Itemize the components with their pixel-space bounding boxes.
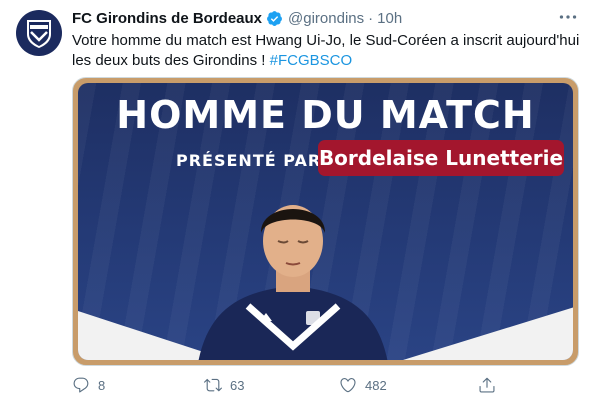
media-graphic: HOMME DU MATCH PRÉSENTÉ PAR Bordelaise L… (78, 83, 573, 360)
reply-icon (73, 377, 89, 393)
share-button[interactable] (478, 376, 504, 394)
more-options-icon (559, 15, 577, 19)
tweet-actions: 8 63 482 (72, 376, 512, 396)
author-handle[interactable]: @girondins (288, 9, 364, 28)
tweet-time[interactable]: 10h (377, 9, 402, 28)
reply-button[interactable]: 8 (72, 376, 105, 394)
avatar[interactable] (16, 10, 62, 56)
retweet-button[interactable]: 63 (204, 376, 244, 394)
hashtag-link[interactable]: #FCGBSCO (270, 52, 353, 69)
more-options-button[interactable] (557, 8, 579, 26)
club-crest-icon (27, 20, 51, 48)
author-name[interactable]: FC Girondins de Bordeaux (72, 9, 262, 28)
player-photo (198, 205, 388, 360)
tweet-text: Votre homme du match est Hwang Ui-Jo, le… (72, 31, 582, 71)
like-count: 482 (365, 377, 387, 393)
share-icon (479, 377, 495, 393)
tweet-media[interactable]: HOMME DU MATCH PRÉSENTÉ PAR Bordelaise L… (72, 77, 579, 366)
retweet-icon (204, 378, 222, 392)
heart-icon (340, 378, 356, 393)
media-headline: HOMME DU MATCH (116, 93, 535, 137)
presented-by-label: PRÉSENTÉ PAR (176, 151, 322, 170)
retweet-count: 63 (230, 377, 245, 393)
tweet-header: FC Girondins de Bordeaux @girondins · 10… (72, 9, 402, 28)
like-button[interactable]: 482 (339, 376, 387, 394)
verified-badge-icon (267, 11, 282, 26)
tweet[interactable]: FC Girondins de Bordeaux @girondins · 10… (0, 0, 593, 403)
separator-dot: · (368, 10, 374, 27)
reply-count: 8 (98, 377, 106, 393)
